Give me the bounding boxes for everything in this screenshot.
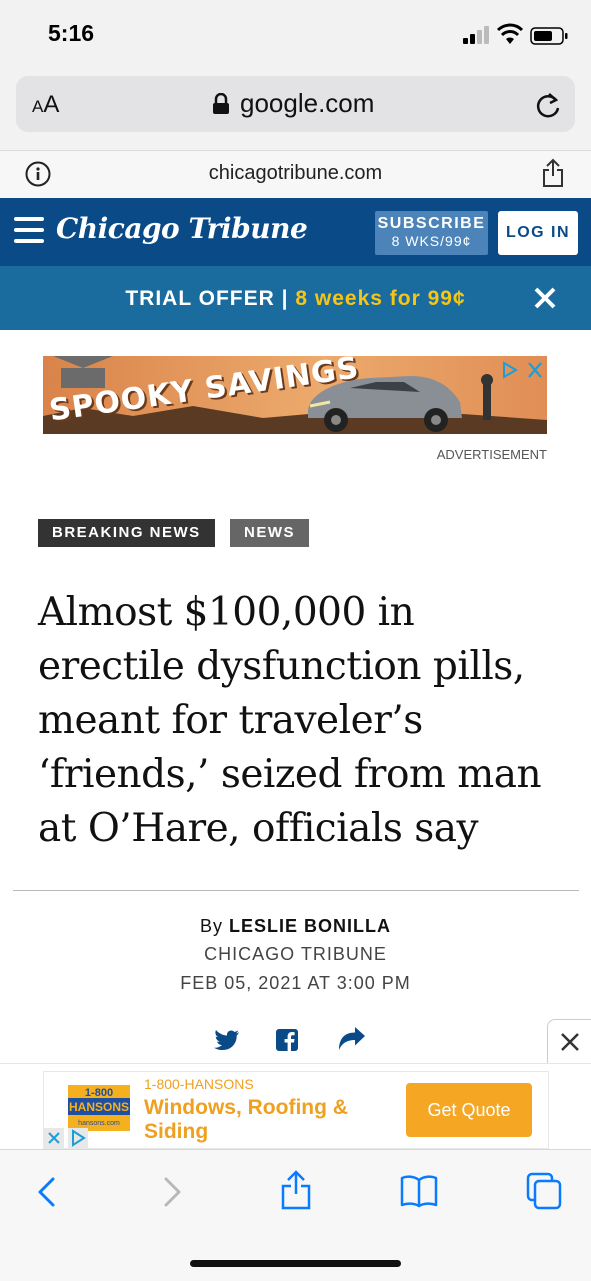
divider (13, 890, 579, 891)
ad-close-icon[interactable] (44, 1128, 64, 1148)
wifi-icon (497, 23, 523, 44)
battery-icon (530, 27, 568, 45)
back-icon[interactable] (35, 1176, 57, 1208)
ad-title[interactable]: Windows, Roofing & Siding (144, 1096, 384, 1144)
home-indicator[interactable] (190, 1260, 401, 1267)
ad-advertiser[interactable]: 1-800-HANSONS (144, 1076, 254, 1092)
author-link[interactable]: LESLIE BONILLA (229, 916, 391, 936)
address-url[interactable]: google.com (240, 88, 374, 119)
menu-icon[interactable] (14, 217, 44, 243)
ad-choices-icon[interactable] (500, 361, 520, 379)
lock-icon (213, 93, 229, 114)
hansons-logo[interactable]: 1-800 HANSONS hansons.com (68, 1085, 130, 1131)
forward-icon[interactable] (162, 1176, 184, 1208)
subscribe-price: 8 WKS/99¢ (391, 233, 472, 249)
site-host: chicagotribune.com (208, 162, 383, 184)
facebook-icon[interactable] (276, 1029, 298, 1051)
sticky-ad-close-button[interactable] (547, 1019, 591, 1064)
reader-text-size-button[interactable]: AA (32, 91, 59, 119)
twitter-icon[interactable] (214, 1029, 240, 1051)
advertisement-label: ADVERTISEMENT (436, 447, 547, 462)
share-arrow-icon[interactable] (338, 1027, 366, 1051)
cellular-signal-icon (463, 26, 489, 44)
close-icon[interactable] (532, 285, 558, 311)
hansons-logo-line2: HANSONS (69, 1100, 129, 1114)
subscribe-button[interactable]: SUBSCRIBE 8 WKS/99¢ (375, 211, 488, 255)
get-quote-button[interactable]: Get Quote (406, 1083, 532, 1137)
ad-close-icon[interactable] (525, 361, 545, 379)
share-icon[interactable] (280, 1170, 312, 1210)
ad-choices-icon[interactable] (68, 1128, 88, 1148)
hansons-logo-line3: hansons.com (78, 1120, 120, 1127)
reload-icon[interactable] (534, 90, 562, 120)
close-icon[interactable] (548, 1020, 591, 1064)
article-headline: Almost $100,000 in erectile dysfunction … (38, 590, 542, 851)
status-time: 5:16 (48, 20, 95, 46)
publisher: CHICAGO TRIBUNE (204, 944, 387, 964)
subscribe-label: SUBSCRIBE (377, 215, 486, 232)
tabs-icon[interactable] (526, 1172, 562, 1210)
tag-news[interactable]: NEWS (230, 519, 309, 547)
tag-breaking-news[interactable]: BREAKING NEWS (38, 519, 215, 547)
login-button[interactable]: LOG IN (498, 211, 578, 255)
car-image[interactable] (300, 362, 470, 434)
site-logo[interactable]: Chicago Tribune (56, 212, 308, 245)
share-icon[interactable] (541, 158, 565, 188)
hansons-logo-line1: 1-800 (85, 1087, 113, 1099)
byline: By LESLIE BONILLA (199, 916, 391, 936)
trial-offer-text[interactable]: TRIAL OFFER | 8 weeks for 99¢ (0, 287, 591, 311)
publish-date: FEB 05, 2021 AT 3:00 PM (180, 973, 411, 993)
bookmarks-icon[interactable] (400, 1174, 438, 1208)
